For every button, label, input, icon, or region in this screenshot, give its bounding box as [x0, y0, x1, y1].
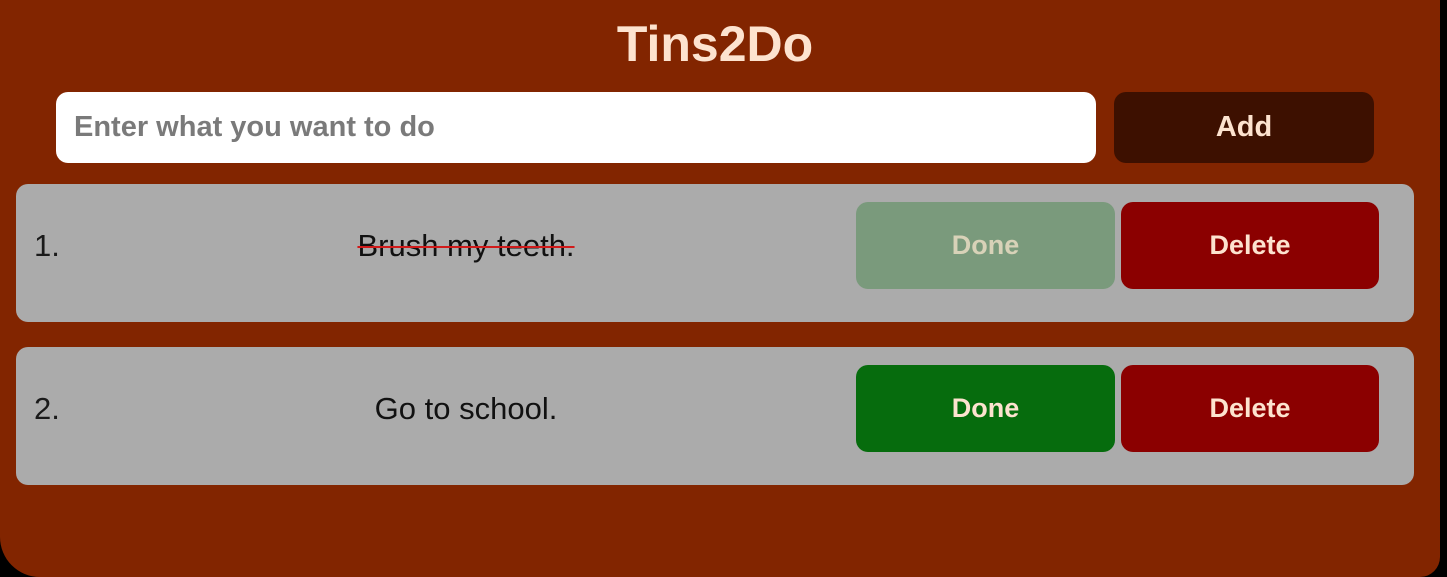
- todo-item: 2. Go to school. Done Delete: [16, 347, 1414, 485]
- todo-list: 1. Brush my teeth. Done Delete 2. Go to …: [16, 184, 1414, 510]
- todo-index: 2.: [34, 391, 60, 426]
- app-title: Tins2Do: [616, 16, 814, 72]
- add-button[interactable]: Add: [1114, 92, 1374, 163]
- app-container: Tins2Do Add 1. Brush my teeth. Done Dele…: [0, 0, 1440, 577]
- done-button[interactable]: Done: [856, 202, 1115, 289]
- delete-button[interactable]: Delete: [1121, 365, 1379, 452]
- task-input[interactable]: [56, 92, 1096, 163]
- todo-text: Go to school.: [374, 391, 558, 426]
- delete-button[interactable]: Delete: [1121, 202, 1379, 289]
- todo-item: 1. Brush my teeth. Done Delete: [16, 184, 1414, 322]
- todo-text: Brush my teeth.: [357, 228, 575, 263]
- done-button[interactable]: Done: [856, 365, 1115, 452]
- todo-index: 1.: [34, 228, 60, 263]
